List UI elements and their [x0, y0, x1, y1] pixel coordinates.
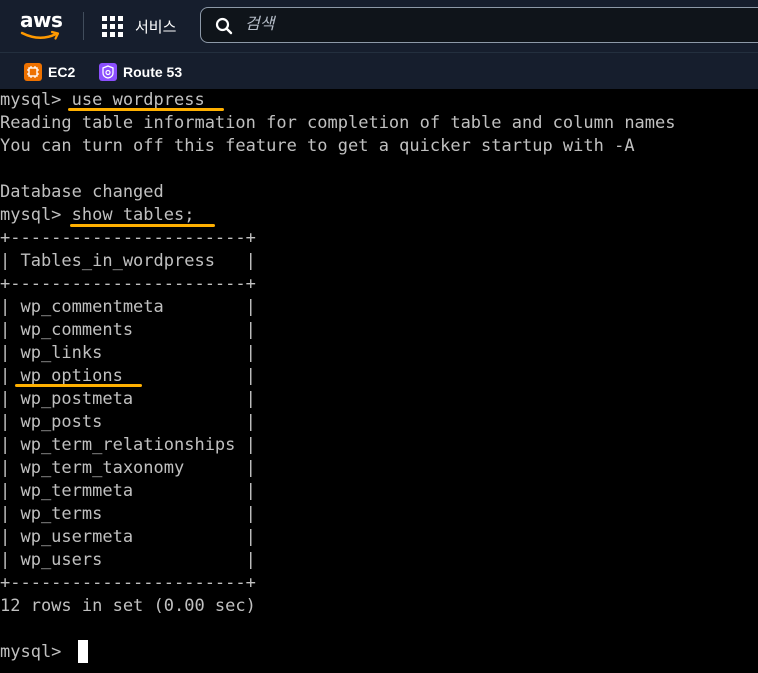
terminal-line: +-----------------------+: [0, 573, 256, 593]
services-menu-button[interactable]: 서비스: [102, 14, 176, 38]
terminal-line: | wp_commentmeta |: [0, 297, 256, 317]
terminal-line: 12 rows in set (0.00 sec): [0, 596, 256, 616]
terminal-line: +-----------------------+: [0, 274, 256, 294]
favorite-ec2-label: EC2: [48, 64, 76, 80]
top-navigation-bar: aws 서비스: [0, 0, 758, 52]
ec2-icon: [24, 63, 42, 81]
terminal-line: | wp_terms |: [0, 504, 256, 524]
terminal-line: Reading table information for completion…: [0, 113, 676, 133]
terminal-line: | wp_users |: [0, 550, 256, 570]
services-grid-icon: [102, 15, 123, 37]
terminal-line: | wp_links |: [0, 343, 256, 363]
terminal-line: +-----------------------+: [0, 228, 256, 248]
terminal-line: Database changed: [0, 182, 164, 202]
search-box[interactable]: [200, 7, 758, 43]
favorites-bar: EC2 Route 53: [0, 52, 758, 89]
terminal-line: | wp_termmeta |: [0, 481, 256, 501]
terminal-line: You can turn off this feature to get a q…: [0, 136, 635, 156]
header-divider: [83, 12, 84, 40]
terminal-line: | wp_posts |: [0, 412, 256, 432]
aws-smile-icon: [20, 30, 60, 40]
services-label: 서비스: [135, 18, 177, 36]
highlight-underline-wp-options: [15, 384, 142, 387]
terminal-prompt-line: mysql>: [0, 642, 72, 662]
favorite-route53-label: Route 53: [123, 64, 183, 80]
favorite-ec2[interactable]: EC2: [24, 62, 75, 82]
terminal-line: | wp_term_relationships |: [0, 435, 256, 455]
route53-icon: [99, 63, 117, 81]
terminal-line: | wp_usermeta |: [0, 527, 256, 547]
highlight-underline-use-wordpress: [68, 108, 224, 111]
terminal-line: | wp_term_taxonomy |: [0, 458, 256, 478]
terminal-cursor: [78, 640, 88, 663]
terminal-output[interactable]: mysql> use wordpress Reading table infor…: [0, 89, 758, 673]
terminal-line: | wp_comments |: [0, 320, 256, 340]
aws-logo[interactable]: aws: [20, 8, 66, 42]
terminal-line: | Tables_in_wordpress |: [0, 251, 256, 271]
terminal-line: | wp_postmeta |: [0, 389, 256, 409]
highlight-underline-show-tables: [70, 224, 215, 227]
search-icon: [215, 17, 233, 35]
aws-logo-text: aws: [20, 8, 63, 32]
search-input[interactable]: [245, 14, 725, 36]
favorite-route53[interactable]: Route 53: [99, 62, 182, 82]
